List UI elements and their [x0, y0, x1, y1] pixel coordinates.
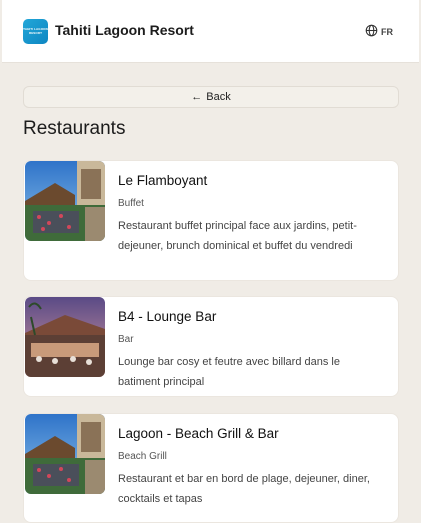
resort-logo[interactable]: TAHITI LAGOON RESORT	[23, 19, 48, 44]
restaurant-name: Lagoon - Beach Grill & Bar	[118, 426, 279, 441]
restaurant-card[interactable]: Lagoon - Beach Grill & Bar Beach Grill R…	[23, 413, 399, 523]
restaurant-type: Beach Grill	[118, 451, 167, 462]
restaurant-description: Lounge bar cosy et feutre avec billard d…	[118, 356, 340, 388]
back-button[interactable]: ← Back	[23, 86, 399, 108]
language-switcher[interactable]: FR	[365, 24, 393, 39]
restaurant-description: Restaurant buffet principal face aux jar…	[118, 220, 357, 252]
restaurant-photo	[25, 161, 105, 241]
restaurant-photo	[25, 297, 105, 377]
arrow-left-icon: ←	[191, 90, 203, 103]
restaurant-card[interactable]: Le Flamboyant Buffet Restaurant buffet p…	[23, 160, 399, 281]
page-title: Restaurants	[23, 118, 126, 139]
restaurant-photo	[25, 414, 105, 494]
globe-icon	[365, 24, 378, 39]
logo-text: TAHITI LAGOON RESORT	[23, 27, 48, 35]
restaurant-type: Buffet	[118, 198, 144, 209]
restaurant-name: B4 - Lounge Bar	[118, 309, 217, 324]
app-title: Tahiti Lagoon Resort	[55, 22, 194, 38]
restaurant-name: Le Flamboyant	[118, 173, 208, 188]
restaurant-card[interactable]: B4 - Lounge Bar Bar Lounge bar cosy et f…	[23, 296, 399, 397]
app-header: TAHITI LAGOON RESORT Tahiti Lagoon Resor…	[2, 0, 419, 63]
language-code: FR	[381, 26, 393, 37]
restaurant-type: Bar	[118, 334, 134, 345]
back-label: Back	[206, 91, 231, 103]
restaurant-description: Restaurant et bar en bord de plage, deje…	[118, 473, 370, 505]
